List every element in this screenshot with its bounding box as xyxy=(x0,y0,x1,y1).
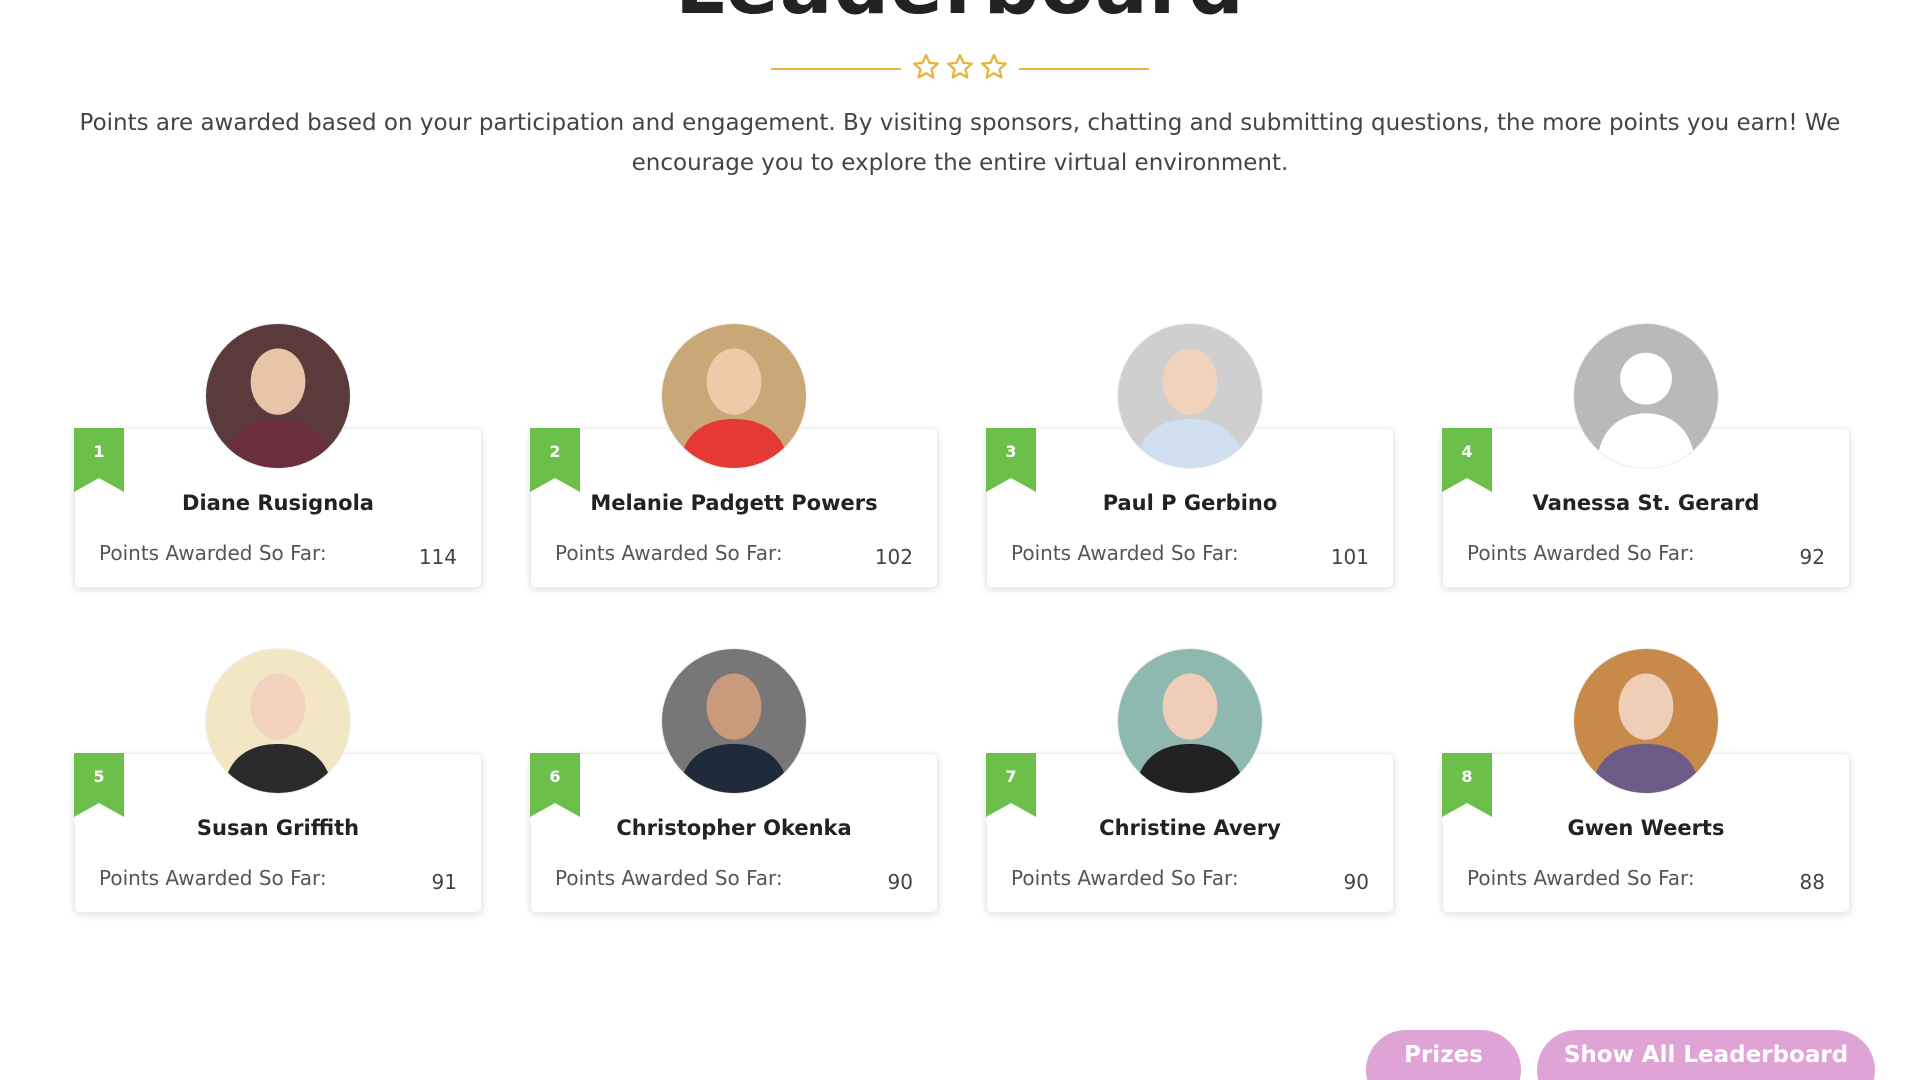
points-label: Points Awarded So Far: xyxy=(99,541,327,565)
rank-ribbon: 7 xyxy=(986,753,1036,817)
leaderboard-card: 4 Vanessa St. Gerard Points Awarded So Far… xyxy=(1442,323,1850,623)
participant-name: Melanie Padgett Powers xyxy=(590,491,878,515)
points-label: Points Awarded So Far: xyxy=(1011,866,1239,890)
rank-ribbon: 8 xyxy=(1442,753,1492,817)
show-all-leaderboard-button[interactable]: Show All Leaderboard xyxy=(1537,1030,1875,1080)
leaderboard-card: 8 Gwen Weerts Points Awarded So Far: 88 xyxy=(1442,648,1850,948)
rank-ribbon: 4 xyxy=(1442,428,1492,492)
rank-ribbon: 3 xyxy=(986,428,1036,492)
rank-ribbon: 2 xyxy=(530,428,580,492)
avatar xyxy=(205,323,351,469)
avatar xyxy=(1573,323,1719,469)
avatar xyxy=(205,648,351,794)
points-label: Points Awarded So Far: xyxy=(1467,866,1695,890)
participant-name: Paul P Gerbino xyxy=(1102,491,1278,515)
points-value: 90 xyxy=(1343,870,1369,894)
points-label: Points Awarded So Far: xyxy=(555,866,783,890)
leaderboard-card: 5 Susan Griffith Points Awarded So Far: 91 xyxy=(74,648,482,948)
points-value: 91 xyxy=(431,870,457,894)
rank-ribbon: 1 xyxy=(74,428,124,492)
rank-number: 6 xyxy=(549,767,561,786)
points-value: 114 xyxy=(418,545,457,569)
rank-number: 5 xyxy=(93,767,105,786)
avatar xyxy=(661,648,807,794)
points-value: 92 xyxy=(1799,545,1825,569)
points-label: Points Awarded So Far: xyxy=(1467,541,1695,565)
participant-name: Susan Griffith xyxy=(196,816,360,840)
points-label: Points Awarded So Far: xyxy=(555,541,783,565)
points-label: Points Awarded So Far: xyxy=(1011,541,1239,565)
rank-ribbon: 6 xyxy=(530,753,580,817)
prizes-button[interactable]: Prizes xyxy=(1366,1030,1521,1080)
participant-name: Vanessa St. Gerard xyxy=(1532,491,1760,515)
rank-number: 1 xyxy=(93,442,105,461)
rank-number: 8 xyxy=(1461,767,1473,786)
avatar xyxy=(1117,648,1263,794)
avatar xyxy=(1573,648,1719,794)
participant-name: Gwen Weerts xyxy=(1567,816,1725,840)
avatar xyxy=(1117,323,1263,469)
rank-number: 4 xyxy=(1461,442,1473,461)
rank-ribbon: 5 xyxy=(74,753,124,817)
participant-name: Diane Rusignola xyxy=(182,491,374,515)
rank-number: 7 xyxy=(1005,767,1017,786)
leaderboard-card: 2 Melanie Padgett Powers Points Awarded So… xyxy=(530,323,938,623)
leaderboard-card: 7 Christine Avery Points Awarded So Far: 90 xyxy=(986,648,1394,948)
points-value: 101 xyxy=(1330,545,1369,569)
leaderboard-grid: 1 Diane Rusignola Points Awarded So Far: 11… xyxy=(0,0,1920,1080)
rank-number: 3 xyxy=(1005,442,1017,461)
avatar xyxy=(661,323,807,469)
participant-name: Christopher Okenka xyxy=(616,816,852,840)
leaderboard-card: 3 Paul P Gerbino Points Awarded So Far: 101 xyxy=(986,323,1394,623)
rank-number: 2 xyxy=(549,442,561,461)
leaderboard-card: 1 Diane Rusignola Points Awarded So Far: 11… xyxy=(74,323,482,623)
points-value: 102 xyxy=(874,545,913,569)
leaderboard-card: 6 Christopher Okenka Points Awarded So Far… xyxy=(530,648,938,948)
participant-name: Christine Avery xyxy=(1099,816,1281,840)
leaderboard-page: Leaderboard Points are awarded based on … xyxy=(0,0,1920,1080)
points-value: 90 xyxy=(887,870,913,894)
points-value: 88 xyxy=(1799,870,1825,894)
points-label: Points Awarded So Far: xyxy=(99,866,327,890)
